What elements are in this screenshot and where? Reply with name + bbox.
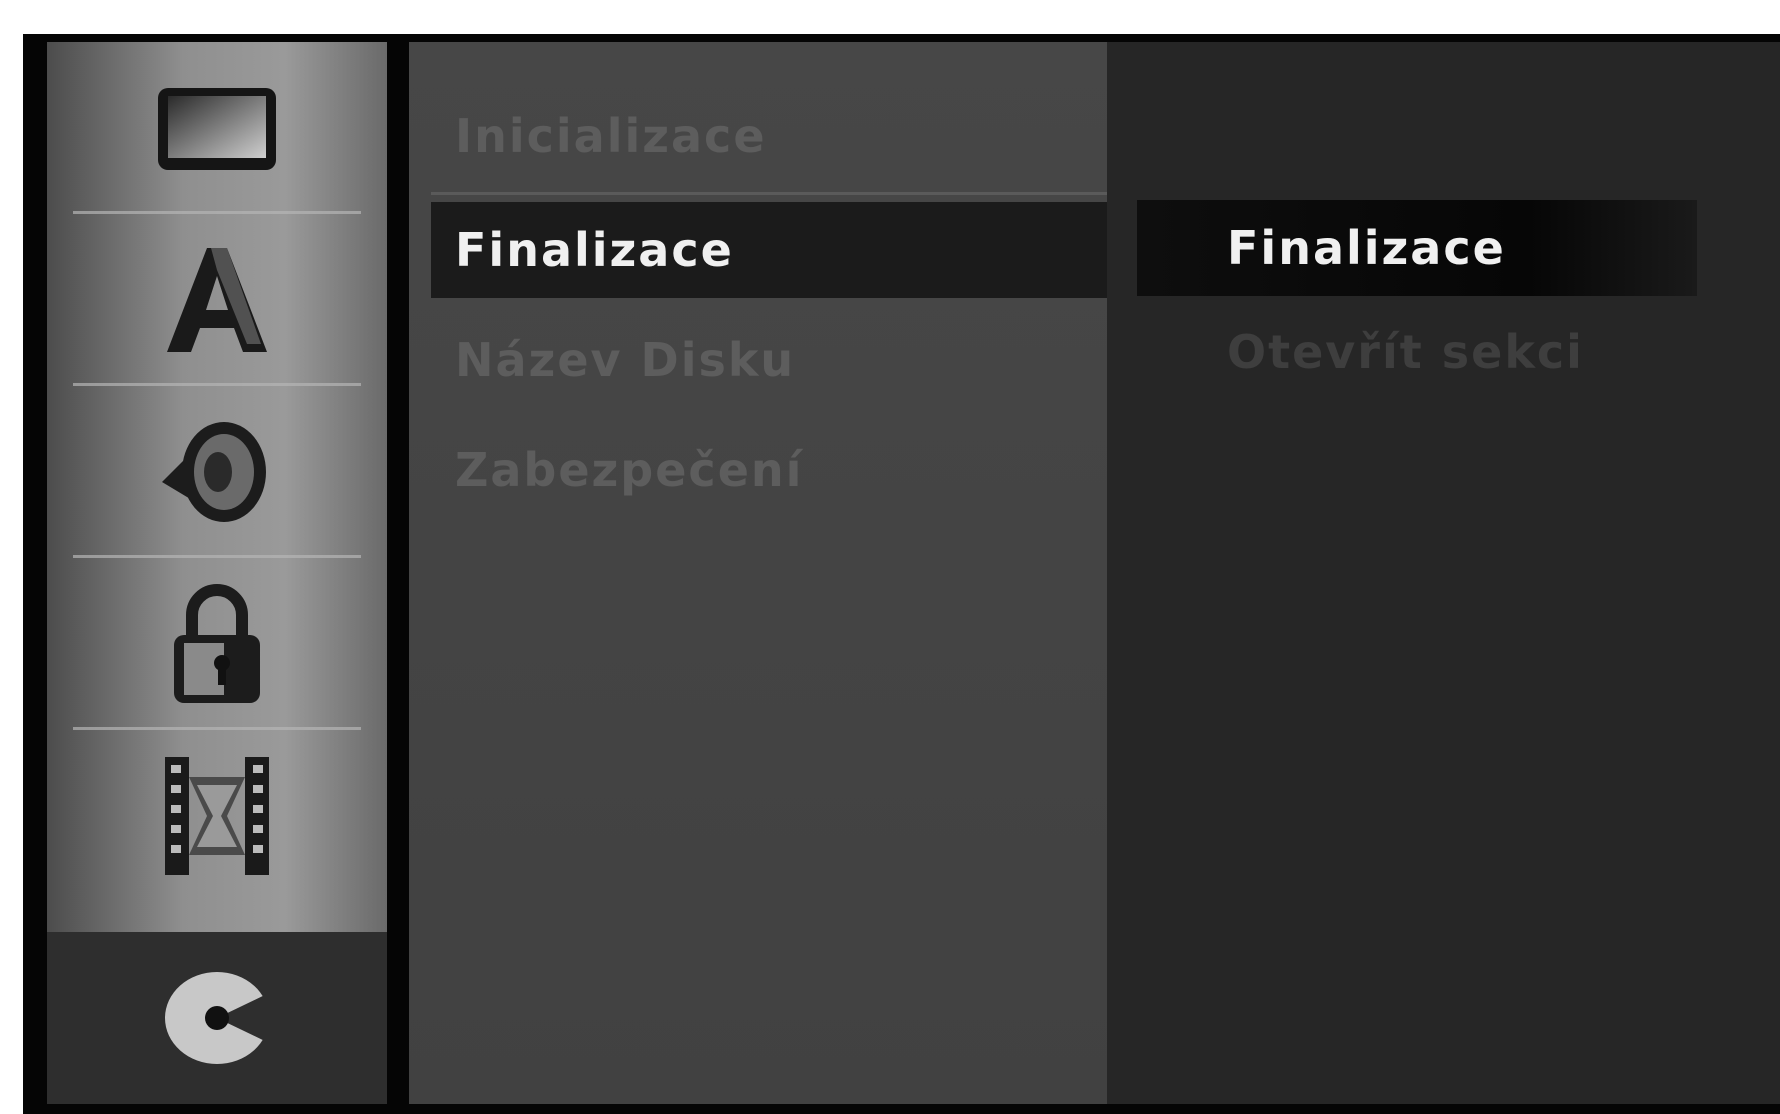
sidebar-item-disc[interactable] (47, 932, 387, 1104)
sidebar-item-audio[interactable] (47, 386, 387, 558)
sidebar-item-display[interactable] (47, 42, 387, 214)
sidebar-item-recording[interactable] (47, 730, 387, 902)
column-gap (387, 34, 409, 1114)
option-finalize[interactable]: Finalizace (1137, 200, 1697, 296)
disc-menu-panel: Inicializace Finalizace Název Disku Zabe… (409, 42, 1107, 1104)
menu-item-initialize[interactable]: Inicializace (431, 88, 1107, 184)
letter-a-icon (157, 240, 277, 360)
tv-screen-icon (152, 78, 282, 178)
setup-menu-screen: Inicializace Finalizace Název Disku Zabe… (23, 34, 1780, 1114)
menu-item-protect[interactable]: Zabezpečení (431, 422, 1107, 518)
sidebar-item-language[interactable] (47, 214, 387, 386)
sidebar-item-lock[interactable] (47, 558, 387, 730)
category-sidebar (47, 42, 387, 1104)
disc-icon (157, 963, 277, 1073)
film-reel-icon (157, 751, 277, 881)
menu-item-finalize[interactable]: Finalizace (431, 202, 1107, 298)
padlock-icon (162, 579, 272, 709)
options-panel: Finalizace Otevřít sekci (1107, 42, 1780, 1104)
speaker-icon (152, 412, 282, 532)
menu-divider (431, 192, 1107, 195)
option-open-session[interactable]: Otevřít sekci (1137, 304, 1697, 400)
menu-item-disc-name[interactable]: Název Disku (431, 312, 1107, 408)
